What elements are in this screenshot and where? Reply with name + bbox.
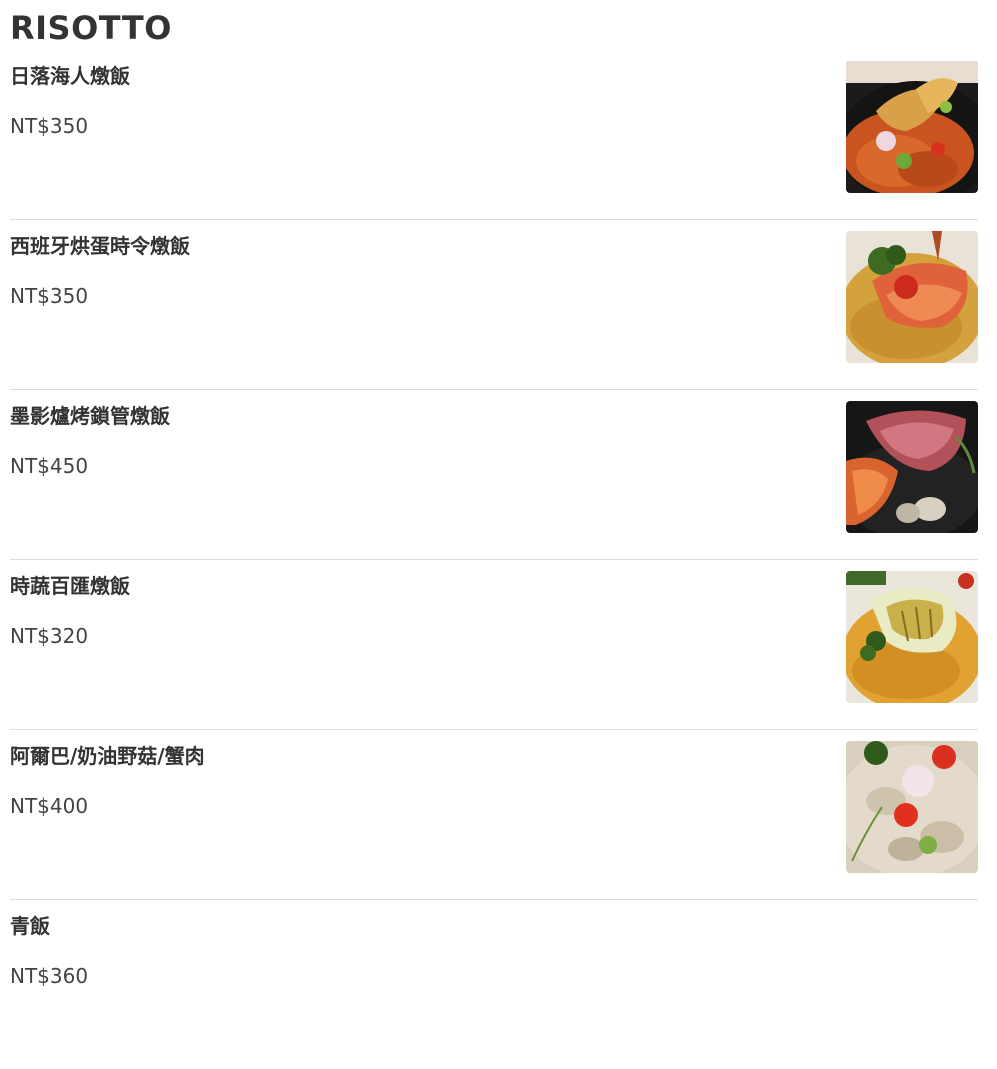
menu-item[interactable]: 墨影爐烤鎖管燉飯 NT$450 — [10, 390, 978, 560]
menu-item[interactable]: 西班牙烘蛋時令燉飯 NT$350 — [10, 220, 978, 390]
vegetable-medley-risotto-photo[interactable] — [846, 571, 978, 703]
item-name: 時蔬百匯燉飯 — [10, 574, 130, 598]
item-price: NT$360 — [10, 964, 89, 988]
alba-mushroom-crab-risotto-photo[interactable] — [846, 741, 978, 873]
item-price: NT$350 — [10, 114, 89, 138]
item-price: NT$400 — [10, 794, 89, 818]
sunset-seafood-risotto-photo[interactable] — [846, 61, 978, 193]
menu-item[interactable]: 阿爾巴/奶油野菇/蟹肉 NT$400 — [10, 730, 978, 900]
item-name: 日落海人燉飯 — [10, 64, 130, 88]
item-price: NT$350 — [10, 284, 89, 308]
item-name: 西班牙烘蛋時令燉飯 — [10, 234, 190, 258]
menu-list: 日落海人燉飯 NT$350 西班牙烘蛋時令燉飯 NT$350 墨影爐烤鎖管燉飯 … — [10, 50, 978, 1069]
spanish-omelette-risotto-photo[interactable] — [846, 231, 978, 363]
item-name: 阿爾巴/奶油野菇/蟹肉 — [10, 744, 205, 768]
menu-item[interactable]: 青飯 NT$360 — [10, 900, 978, 1069]
item-name: 墨影爐烤鎖管燉飯 — [10, 404, 170, 428]
menu-item[interactable]: 日落海人燉飯 NT$350 — [10, 50, 978, 220]
section-title: RISOTTO — [10, 9, 172, 47]
item-price: NT$320 — [10, 624, 89, 648]
menu-item[interactable]: 時蔬百匯燉飯 NT$320 — [10, 560, 978, 730]
squid-ink-grilled-squid-risotto-photo[interactable] — [846, 401, 978, 533]
item-price: NT$450 — [10, 454, 89, 478]
item-name: 青飯 — [10, 914, 50, 938]
